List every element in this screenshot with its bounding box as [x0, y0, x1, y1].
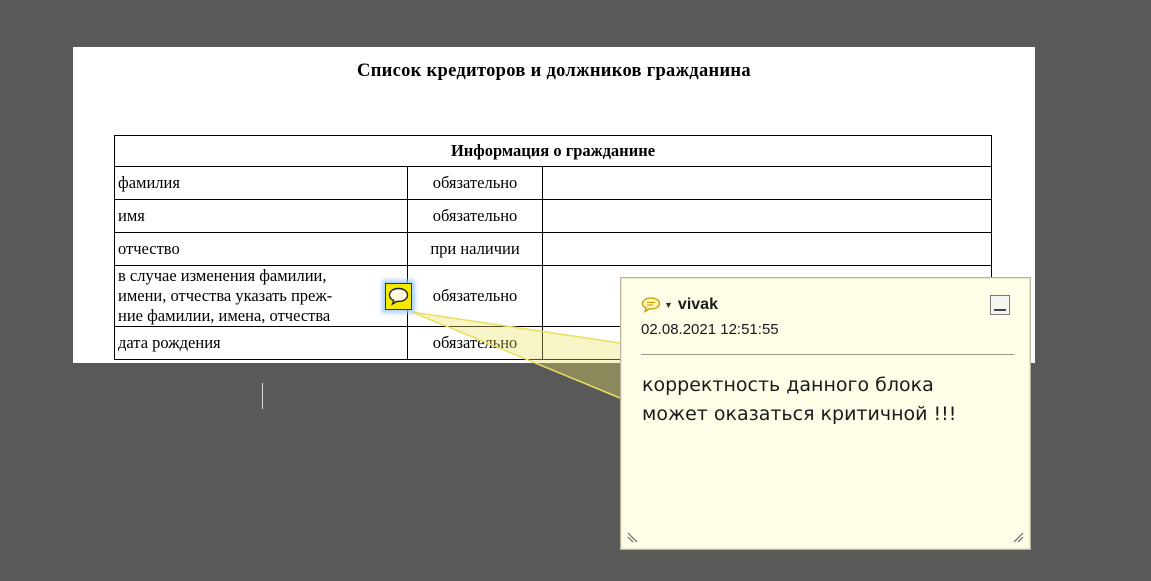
requirement-cell: обязательно	[407, 265, 543, 327]
field-label: в случае изменения фамилии, имени, отчес…	[114, 265, 408, 327]
value-cell[interactable]	[542, 166, 992, 200]
requirement-cell: обязательно	[407, 199, 543, 233]
comment-text[interactable]: корректность данного блока может оказать…	[642, 371, 1002, 429]
comment-timestamp: 02.08.2021 12:51:55	[641, 321, 779, 338]
resize-handle-left-icon[interactable]	[627, 529, 641, 543]
field-label: отчество	[114, 232, 408, 266]
field-label-line: ние фамилии, имена, отчества	[118, 306, 331, 325]
table-row: фамилия обязательно	[114, 166, 992, 200]
comment-marker-icon[interactable]	[385, 283, 412, 310]
comment-author: vivak	[677, 296, 718, 313]
popup-header: ▼ vivak 02.08.2021 12:51:55	[641, 295, 1014, 338]
comment-text-line: может оказаться критичной !!!	[642, 403, 957, 425]
field-label-line: в случае изменения фамилии,	[118, 266, 327, 285]
text-cursor	[262, 383, 263, 409]
comment-popup[interactable]: ▼ vivak 02.08.2021 12:51:55 корректность…	[620, 277, 1031, 550]
requirement-cell: обязательно	[407, 326, 543, 360]
table-header: Информация о гражданине	[114, 135, 992, 167]
value-cell[interactable]	[542, 199, 992, 233]
field-label: имя	[114, 199, 408, 233]
minimize-button[interactable]	[990, 295, 1010, 315]
resize-handle-right-icon[interactable]	[1010, 529, 1024, 543]
table-row: имя обязательно	[114, 199, 992, 233]
document-viewer: Список кредиторов и должников гражданина…	[0, 0, 1151, 581]
field-label-line: имени, отчества указать преж-	[118, 286, 333, 305]
requirement-cell: обязательно	[407, 166, 543, 200]
document-title: Список кредиторов и должников гражданина	[357, 61, 751, 81]
field-label: фамилия	[114, 166, 408, 200]
requirement-cell: при наличии	[407, 232, 543, 266]
comment-icon[interactable]	[641, 297, 661, 313]
divider	[641, 354, 1014, 355]
table-row: отчество при наличии	[114, 232, 992, 266]
field-label: дата рождения	[114, 326, 408, 360]
value-cell[interactable]	[542, 232, 992, 266]
table-header-row: Информация о гражданине	[114, 135, 992, 167]
chevron-down-icon[interactable]: ▼	[664, 300, 673, 310]
author-row: ▼ vivak	[641, 295, 1014, 315]
comment-text-line: корректность данного блока	[642, 374, 934, 396]
